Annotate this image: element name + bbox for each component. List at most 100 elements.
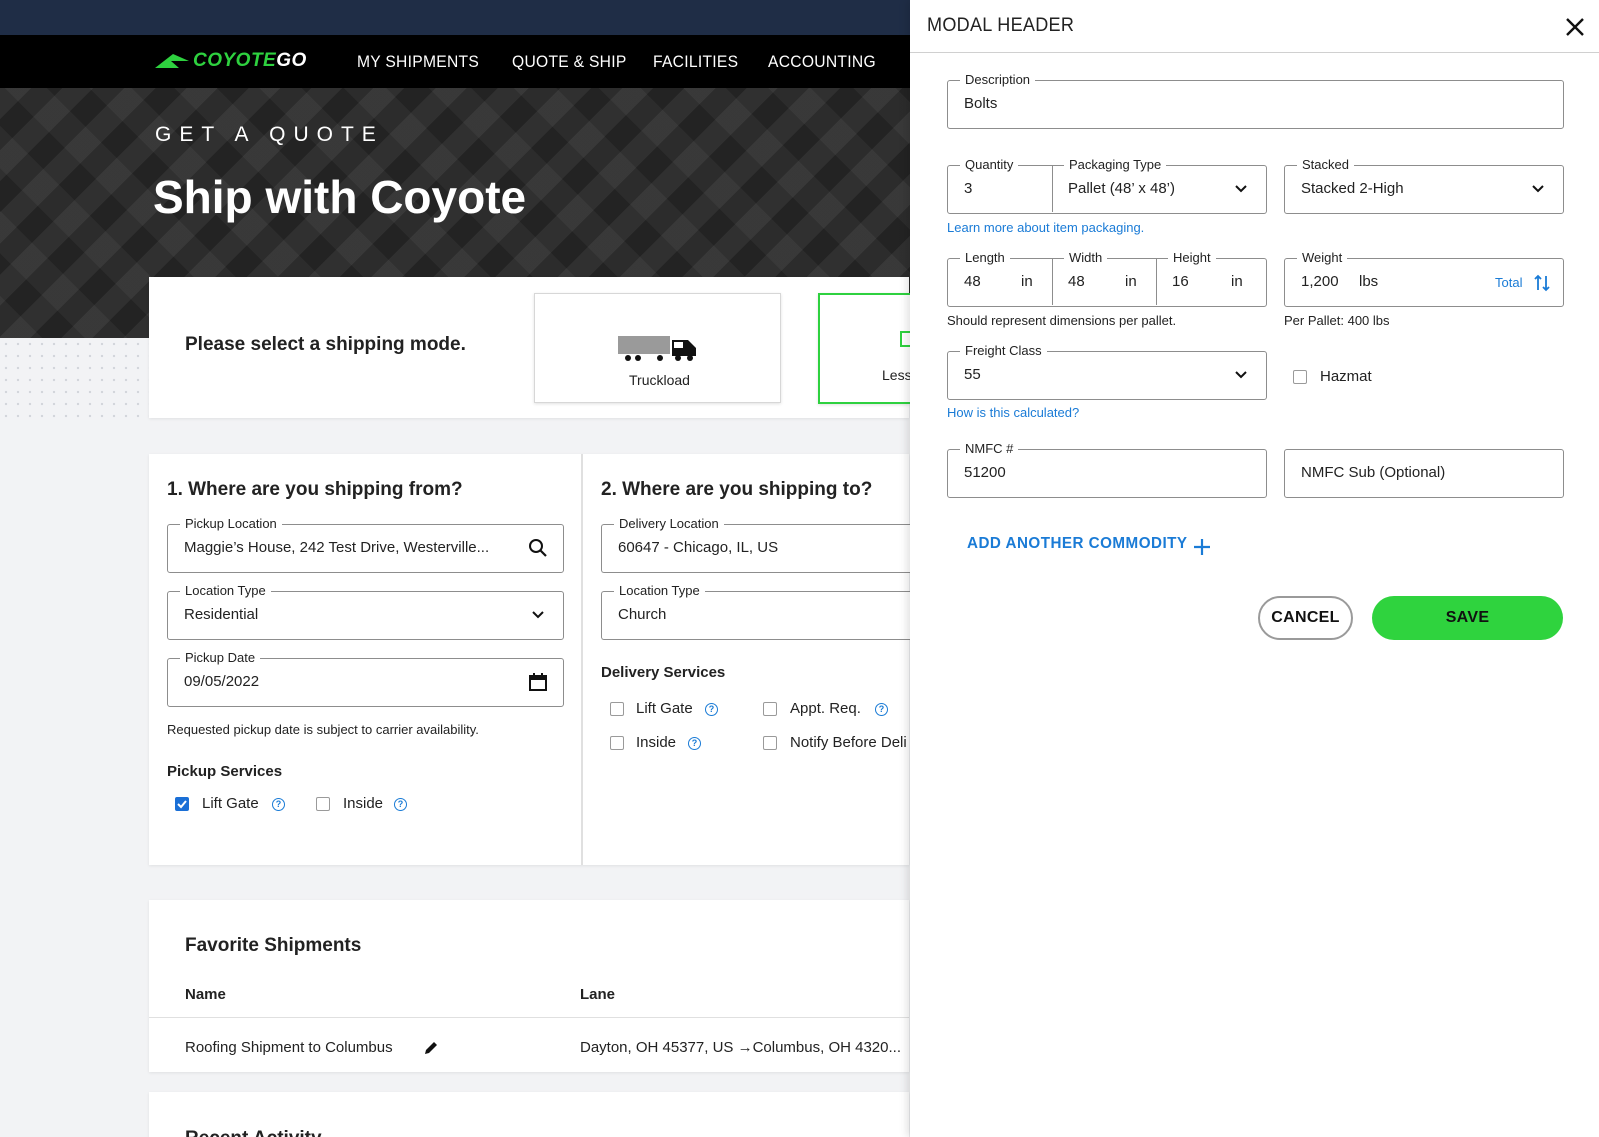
- favorite-shipments-title: Favorite Shipments: [185, 935, 362, 956]
- length-unit: in: [1021, 273, 1033, 290]
- origin-location-type-select[interactable]: Location Type Residential: [167, 583, 564, 640]
- search-icon[interactable]: [527, 537, 549, 559]
- plus-icon: [1194, 539, 1210, 555]
- mode-label-truckload: Truckload: [629, 372, 690, 388]
- freight-class-select[interactable]: Freight Class 55: [947, 343, 1267, 400]
- dot-pattern: [0, 338, 150, 418]
- favorite-lane: Dayton, OH 45377, US →Columbus, OH 4320.…: [580, 1039, 901, 1056]
- nav-quote-and-ship[interactable]: QUOTE & SHIP: [512, 52, 627, 72]
- help-icon[interactable]: ?: [705, 703, 718, 716]
- hazmat-label: Hazmat: [1320, 368, 1372, 385]
- delivery-appt-checkbox[interactable]: [763, 702, 777, 716]
- hero-kicker: GET A QUOTE: [155, 123, 384, 146]
- pickup-location-value: Maggie’s House, 242 Test Drive, Westervi…: [184, 539, 490, 556]
- chevron-down-icon: [1235, 371, 1247, 379]
- nmfc-label: NMFC #: [960, 441, 1019, 456]
- delivery-liftgate-checkbox[interactable]: [610, 702, 624, 716]
- modal-header-title: MODAL HEADER: [927, 15, 1075, 36]
- dimensions-group: Length 48 in Width 48 in Height 16 in: [947, 250, 1267, 307]
- origin-location-type-label: Location Type: [180, 583, 271, 598]
- width-unit: in: [1125, 273, 1137, 290]
- width-label: Width: [1064, 250, 1108, 265]
- pickup-location-field[interactable]: Pickup Location Maggie’s House, 242 Test…: [167, 516, 564, 573]
- table-header-divider: [149, 1017, 909, 1018]
- packaging-type-value: Pallet (48’ x 48’): [1068, 180, 1175, 197]
- edit-pencil-icon[interactable]: [422, 1039, 440, 1057]
- delivery-location-value: 60647 - Chicago, IL, US: [618, 539, 779, 556]
- delivery-inside-checkbox[interactable]: [610, 736, 624, 750]
- freight-class-label: Freight Class: [960, 343, 1047, 358]
- freight-class-value: 55: [964, 366, 981, 383]
- height-unit: in: [1231, 273, 1243, 290]
- destination-location-type-select[interactable]: Location Type Church: [601, 583, 921, 640]
- pickup-date-label: Pickup Date: [180, 650, 261, 665]
- length-value: 48: [964, 273, 981, 290]
- delivery-location-label: Delivery Location: [614, 516, 724, 531]
- pickup-date-field[interactable]: Pickup Date 09/05/2022: [167, 650, 564, 707]
- packaging-help-link[interactable]: Learn more about item packaging.: [947, 220, 1144, 235]
- nav-my-shipments[interactable]: MY SHIPMENTS: [357, 52, 479, 72]
- height-field[interactable]: Height 16 in: [1156, 250, 1266, 306]
- coyotego-logo[interactable]: COYOTEGO: [153, 50, 307, 72]
- coyote-logo-icon: [155, 54, 189, 68]
- quantity-value: 3: [964, 180, 973, 197]
- sort-toggle-icon[interactable]: [1533, 273, 1551, 293]
- cancel-button[interactable]: CANCEL: [1258, 596, 1353, 640]
- pickup-inside-checkbox[interactable]: [316, 797, 330, 811]
- chevron-down-icon: [1235, 185, 1247, 193]
- height-label: Height: [1168, 250, 1216, 265]
- nmfc-value: 51200: [964, 464, 1006, 481]
- delivery-services-title: Delivery Services: [601, 664, 726, 681]
- destination-location-type-label: Location Type: [614, 583, 705, 598]
- pickup-liftgate-checkbox[interactable]: [175, 797, 189, 811]
- hero-title: Ship with Coyote: [153, 171, 527, 223]
- hazmat-checkbox[interactable]: [1293, 370, 1307, 384]
- pickup-inside-label: Inside: [343, 795, 384, 812]
- delivery-location-field[interactable]: Delivery Location 60647 - Chicago, IL, U…: [601, 516, 921, 573]
- ship-from-title: 1. Where are you shipping from?: [167, 479, 463, 500]
- mode-option-ltl[interactable]: Less: [818, 293, 912, 404]
- nmfc-field[interactable]: NMFC # 51200: [947, 441, 1267, 498]
- length-label: Length: [960, 250, 1010, 265]
- dimensions-hint: Should represent dimensions per pallet.: [947, 313, 1177, 328]
- delivery-appt-label: Appt. Req.: [790, 700, 861, 717]
- packaging-type-label: Packaging Type: [1064, 157, 1167, 172]
- logo-wordmark: COYOTEGO: [193, 50, 307, 71]
- weight-value: 1,200: [1301, 273, 1339, 290]
- stacked-value: Stacked 2-High: [1301, 180, 1404, 197]
- quantity-field[interactable]: Quantity 3: [948, 157, 1052, 213]
- modal-header-divider: [910, 52, 1599, 53]
- nav-facilities[interactable]: FACILITIES: [653, 52, 738, 72]
- pickup-location-label: Pickup Location: [180, 516, 282, 531]
- help-icon[interactable]: ?: [875, 703, 888, 716]
- width-field[interactable]: Width 48 in: [1052, 250, 1156, 306]
- delivery-notify-label: Notify Before Deli: [790, 734, 907, 751]
- help-icon[interactable]: ?: [272, 798, 285, 811]
- delivery-liftgate-label: Lift Gate: [636, 700, 693, 717]
- calendar-icon[interactable]: [527, 671, 549, 693]
- nav-accounting[interactable]: ACCOUNTING: [768, 52, 876, 72]
- help-icon[interactable]: ?: [394, 798, 407, 811]
- help-icon[interactable]: ?: [688, 737, 701, 750]
- packaging-type-select[interactable]: Packaging Type Pallet (48’ x 48’): [1052, 157, 1266, 213]
- weight-field[interactable]: Weight 1,200 lbs Total: [1284, 250, 1564, 307]
- pickup-date-value: 09/05/2022: [184, 673, 260, 690]
- mode-option-truckload[interactable]: Truckload: [534, 293, 781, 403]
- nmfc-sub-input[interactable]: NMFC Sub (Optional): [1284, 449, 1564, 498]
- favorite-name: Roofing Shipment to Columbus: [185, 1039, 393, 1056]
- destination-location-type-value: Church: [618, 606, 667, 623]
- description-field[interactable]: Description Bolts: [947, 72, 1564, 129]
- close-icon[interactable]: [1564, 16, 1586, 38]
- freight-class-help-link[interactable]: How is this calculated?: [947, 405, 1079, 420]
- weight-total-toggle[interactable]: Total: [1495, 275, 1522, 290]
- length-field[interactable]: Length 48 in: [948, 250, 1052, 306]
- column-header-lane: Lane: [580, 986, 616, 1003]
- save-button[interactable]: SAVE: [1372, 596, 1563, 640]
- chevron-down-icon: [532, 611, 544, 619]
- quantity-label: Quantity: [960, 157, 1019, 172]
- delivery-notify-checkbox[interactable]: [763, 736, 777, 750]
- stacked-select[interactable]: Stacked Stacked 2-High: [1284, 157, 1564, 214]
- column-divider: [581, 454, 583, 865]
- pickup-date-hint: Requested pickup date is subject to carr…: [167, 722, 479, 737]
- chevron-down-icon: [1532, 185, 1544, 193]
